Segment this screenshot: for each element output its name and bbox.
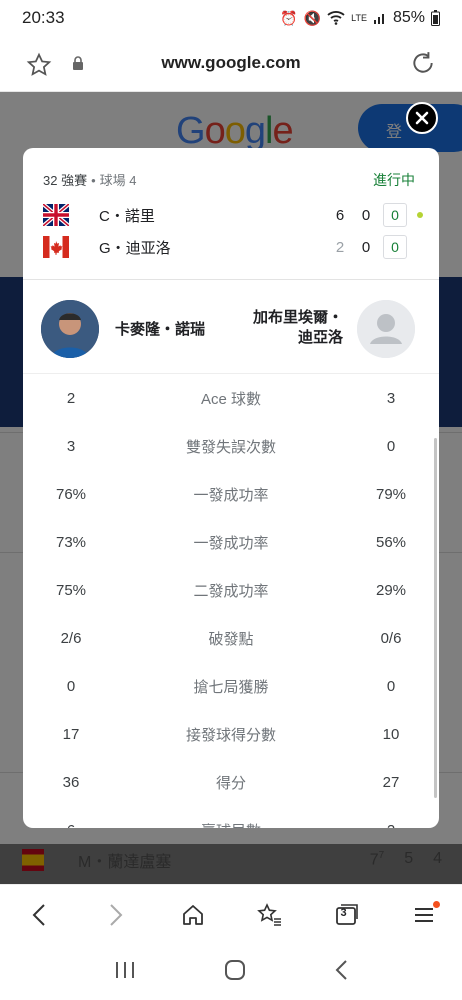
alarm-icon: ⏰ (280, 9, 298, 26)
reload-icon[interactable] (410, 50, 436, 76)
chevron-left-icon (32, 903, 45, 926)
close-icon (415, 111, 429, 125)
serving-indicator (417, 244, 423, 250)
forward-button[interactable] (96, 895, 136, 935)
score: 2 0 0 (327, 235, 423, 259)
bookmarks-button[interactable] (250, 895, 290, 935)
chevron-right-icon (109, 903, 122, 926)
mute-icon: 🔇 (303, 9, 322, 26)
serving-indicator (417, 212, 423, 218)
tabs-count: 3 (340, 906, 347, 919)
bookmark-list-icon (256, 902, 281, 926)
recents-icon (116, 961, 134, 978)
player-name: G・迪亚洛 (99, 239, 171, 257)
round-info: 32 強賽 • 球場 4 (43, 173, 137, 188)
match-stats-modal: 32 強賽•球場 4 進行中 C・諾里 6 0 0 G・迪亚洛 2 0 0 (23, 148, 439, 828)
home-circle-icon (225, 959, 245, 980)
score: 6 0 0 (327, 203, 423, 227)
battery-icon (431, 10, 440, 26)
table-row: 36 得分 27 (62, 773, 400, 792)
wifi-icon (327, 11, 345, 25)
live-status: 進行中 (373, 172, 415, 188)
player-right-name: 加布里埃爾・ 迪亞洛 (252, 309, 343, 346)
close-button[interactable] (406, 102, 438, 134)
set-score: 0 (361, 238, 371, 256)
status-icons: ⏰ 🔇 LTE 85% (280, 9, 440, 27)
notification-dot (432, 900, 440, 908)
player-row-2: G・迪亚洛 2 0 0 (43, 234, 423, 260)
player-row-1: C・諾里 6 0 0 (43, 202, 423, 228)
tabs-button[interactable]: 3 (327, 895, 367, 935)
court-label: 球場 4 (99, 173, 137, 188)
menu-button[interactable] (404, 895, 444, 935)
modal-backdrop (0, 844, 462, 884)
browser-toolbar: 3 (0, 884, 462, 944)
battery-level: 85% (392, 9, 425, 26)
game-score: 0 (383, 203, 407, 227)
back-arrow-icon (335, 959, 347, 980)
recents-button[interactable] (114, 960, 136, 985)
round-label: 32 強賽 (43, 173, 88, 188)
table-row: 17 接發球得分數 10 (62, 725, 400, 744)
set-score: 2 (335, 238, 345, 256)
scrollbar[interactable] (434, 438, 437, 798)
home-system-button[interactable] (224, 959, 246, 986)
canada-flag-icon (43, 236, 69, 258)
lte-label: LTE (351, 12, 367, 23)
url-text[interactable]: www.google.com (0, 53, 462, 73)
players-compare-header: 卡麥隆・諾瑞 加布里埃爾・ 迪亞洛 (23, 280, 439, 374)
back-button[interactable] (19, 895, 59, 935)
avatar-placeholder (357, 300, 415, 358)
table-row: 0 搶七局獲勝 0 (66, 677, 396, 696)
system-back-button[interactable] (334, 959, 348, 986)
home-button[interactable] (173, 895, 213, 935)
set-score: 6 (335, 206, 345, 224)
game-score: 0 (383, 235, 407, 259)
menu-icon (414, 907, 433, 922)
status-time: 20:33 (22, 8, 65, 27)
table-row: 2 Ace 球數 3 (66, 389, 396, 408)
player-left-name: 卡麥隆・諾瑞 (115, 321, 206, 338)
url-bar: www.google.com (0, 36, 462, 92)
player-name: C・諾里 (99, 207, 155, 225)
table-row: 3 雙發失誤次數 0 (66, 437, 396, 456)
set-score: 0 (361, 206, 371, 224)
stats-table: 2 Ace 球數 3 3 雙發失誤次數 0 76% 一發成功率 79% 73% 一發成功率 56… (23, 374, 439, 829)
match-header: 32 強賽 • 球場 4 進行中 C・諾里 6 0 0 G・迪亚洛 2 0 0 (23, 148, 439, 280)
system-nav-bar (0, 944, 462, 1000)
table-row: 2/6 破發點 0/6 (60, 629, 402, 648)
home-icon (182, 904, 203, 925)
table-row: 6贏球局數2 (23, 806, 439, 829)
signal-icon (373, 14, 384, 24)
avatar (41, 300, 99, 358)
uk-flag-icon (43, 204, 69, 226)
table-row: 73% 一發成功率 56% (55, 533, 407, 552)
status-bar: 20:33 ⏰ 🔇 LTE 85% (0, 0, 462, 36)
table-row: 75% 二發成功率 29% (55, 581, 407, 600)
table-row: 76% 一發成功率 79% (55, 485, 407, 504)
